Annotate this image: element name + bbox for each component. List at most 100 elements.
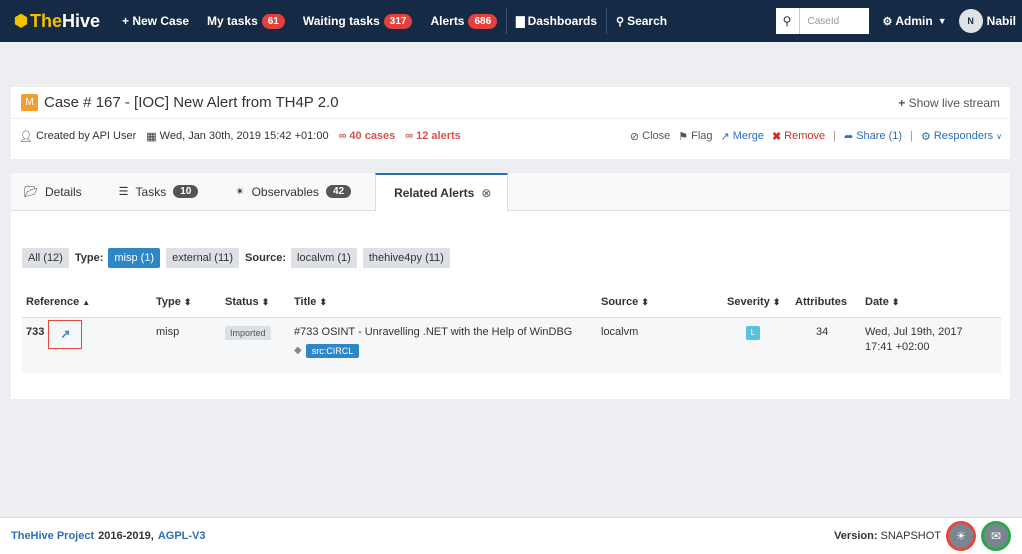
search-link[interactable]: ⚲ Search — [607, 0, 676, 42]
waiting-tasks-label: Waiting tasks — [302, 14, 380, 28]
caret-down-icon: ▼ — [937, 16, 947, 26]
alert-title[interactable]: #733 OSINT - Unravelling .NET with the H… — [294, 326, 593, 338]
share-icon: ➦ — [844, 130, 854, 143]
filter-type-misp[interactable]: misp (1) — [108, 248, 161, 268]
pin-icon: ✴ — [235, 186, 245, 198]
date-line-1: Wed, Jul 19th, 2017 — [865, 325, 963, 338]
link-icon: ∞ — [338, 130, 347, 142]
action-divider: | — [910, 130, 913, 142]
tab-observables[interactable]: ✴ Observables 42 — [222, 173, 375, 210]
col-title[interactable]: Title ⬍ — [290, 287, 597, 318]
tag-icon: ◆ — [294, 345, 302, 356]
sort-icon: ⬍ — [891, 296, 900, 307]
external-link-icon[interactable]: ↗ — [48, 319, 83, 349]
navbar-right: ⚲ ⚙ Admin ▼ N Nabil — [775, 0, 1022, 42]
table-row: 733 ↗ misp Imported #733 OSINT - Unravel… — [22, 317, 1001, 373]
filter-source-localvm[interactable]: localvm (1) — [291, 248, 357, 268]
tab-details[interactable]: 📂︎ Details — [11, 173, 106, 210]
waiting-tasks-link[interactable]: Waiting tasks 317 — [294, 0, 422, 42]
col-severity[interactable]: Severity ⬍ — [723, 287, 791, 318]
col-type[interactable]: Type ⬍ — [152, 287, 221, 318]
my-tasks-count: 61 — [261, 13, 285, 29]
remove-label: Remove — [784, 130, 826, 142]
tab-tasks-label: Tasks — [135, 184, 167, 199]
cell-source: localvm — [597, 317, 723, 373]
hive-logo-icon: ⬢ — [14, 13, 28, 30]
filter-source-thehive4py[interactable]: thehive4py (11) — [362, 248, 450, 268]
related-alerts-label: 12 alerts — [416, 130, 461, 142]
footer-right: Version: SNAPSHOT ☀ ✉ — [834, 521, 1011, 551]
user-icon: 👤︎ — [19, 130, 33, 143]
alerts-link[interactable]: Alerts 686 — [421, 0, 506, 42]
search-icon: ⚲ — [616, 15, 625, 28]
live-stream-label: Show live stream — [908, 95, 1000, 110]
col-attributes-label: Attributes — [795, 295, 847, 308]
case-meta-row: 👤︎ Created by API User ▦ Wed, Jan 30th, … — [11, 119, 1010, 153]
alert-filters: All (12) Type: misp (1) external (11) So… — [22, 248, 456, 268]
cell-status: Imported — [221, 317, 290, 373]
sort-icon: ⬍ — [641, 296, 649, 307]
date-line-2: 17:41 +02:00 — [865, 340, 930, 353]
remove-case-button[interactable]: ✖ Remove — [772, 130, 825, 143]
tab-tasks-count: 10 — [173, 185, 199, 198]
case-id-input[interactable] — [799, 8, 869, 34]
tag-badge[interactable]: src:CIRCL — [305, 343, 360, 358]
link-icon: ∞ — [405, 130, 414, 142]
responders-label: Responders — [933, 130, 994, 142]
filter-all[interactable]: All (12) — [22, 248, 69, 268]
cell-reference: 733 ↗ — [22, 317, 152, 373]
alerts-count: 686 — [468, 13, 498, 29]
brand-logo[interactable]: ⬢ The Hive — [0, 11, 113, 32]
col-date[interactable]: Date ⬍ — [861, 287, 1001, 318]
close-tab-icon[interactable]: ⊗ — [481, 186, 491, 200]
flag-label: Flag — [691, 130, 713, 142]
dashboards-link[interactable]: ▇ Dashboards — [507, 0, 606, 42]
gear-icon: ⚙ — [920, 130, 931, 143]
brain-icon[interactable]: ☀ — [946, 521, 976, 551]
project-link[interactable]: TheHive Project — [11, 530, 94, 542]
dashboards-label: Dashboards — [527, 14, 597, 28]
col-title-label: Title — [294, 295, 317, 308]
merge-case-button[interactable]: ↗ Merge — [721, 130, 764, 143]
my-tasks-link[interactable]: My tasks 61 — [198, 0, 294, 42]
created-by: 👤︎ Created by API User — [19, 130, 136, 143]
sort-icon: ⬍ — [319, 296, 328, 307]
col-reference[interactable]: Reference ▲ — [22, 287, 152, 318]
col-source[interactable]: Source ⬍ — [597, 287, 723, 318]
close-label: Close — [642, 130, 671, 142]
avatar: N — [958, 9, 983, 33]
user-menu[interactable]: N Nabil — [955, 9, 1022, 33]
footer: TheHive Project 2016-2019, AGPL-V3 Versi… — [0, 517, 1022, 554]
my-tasks-label: My tasks — [207, 14, 258, 28]
col-severity-label: Severity — [727, 295, 770, 308]
chevron-down-icon: ∨ — [996, 131, 1002, 141]
tag-row: ◆ src:CIRCL — [294, 343, 593, 358]
share-case-button[interactable]: ➦ Share (1) — [844, 130, 902, 143]
filter-type-external[interactable]: external (11) — [166, 248, 240, 268]
related-cases-link[interactable]: ∞ 40 cases — [339, 130, 396, 142]
alerts-label: Alerts — [430, 14, 465, 28]
admin-label: Admin — [895, 14, 933, 28]
tab-tasks[interactable]: ☰ Tasks 10 — [106, 173, 223, 210]
reference-cell: 733 ↗ — [26, 319, 148, 349]
case-search-button[interactable]: ⚲ — [775, 8, 800, 34]
responders-button[interactable]: ⚙ Responders ∨ — [921, 130, 1002, 143]
sort-icon: ⬍ — [261, 296, 270, 307]
close-case-button[interactable]: ⊘ Close — [630, 130, 670, 143]
license-link[interactable]: AGPL-V3 — [158, 530, 206, 542]
flag-case-button[interactable]: ⚑ Flag — [678, 130, 712, 143]
tab-related-alerts[interactable]: Related Alerts ⊗ — [375, 173, 509, 211]
admin-menu[interactable]: ⚙ Admin ▼ — [875, 14, 955, 28]
bar-chart-icon: ▇ — [516, 15, 525, 28]
case-header-panel: M Case # 167 - [IOC] New Alert from TH4P… — [11, 87, 1010, 159]
related-alerts-link[interactable]: ∞ 12 alerts — [405, 130, 461, 142]
close-icon: ✖ — [771, 130, 782, 143]
waiting-tasks-count: 317 — [383, 13, 413, 29]
new-case-button[interactable]: + New Case — [113, 0, 198, 42]
gear-icon: ⚙ — [882, 15, 893, 28]
show-live-stream-button[interactable]: + Show live stream — [898, 96, 1000, 110]
chat-icon[interactable]: ✉ — [981, 521, 1011, 551]
case-title-row: M Case # 167 - [IOC] New Alert from TH4P… — [11, 87, 1010, 119]
version-value: SNAPSHOT — [880, 530, 941, 542]
col-status[interactable]: Status ⬍ — [221, 287, 290, 318]
